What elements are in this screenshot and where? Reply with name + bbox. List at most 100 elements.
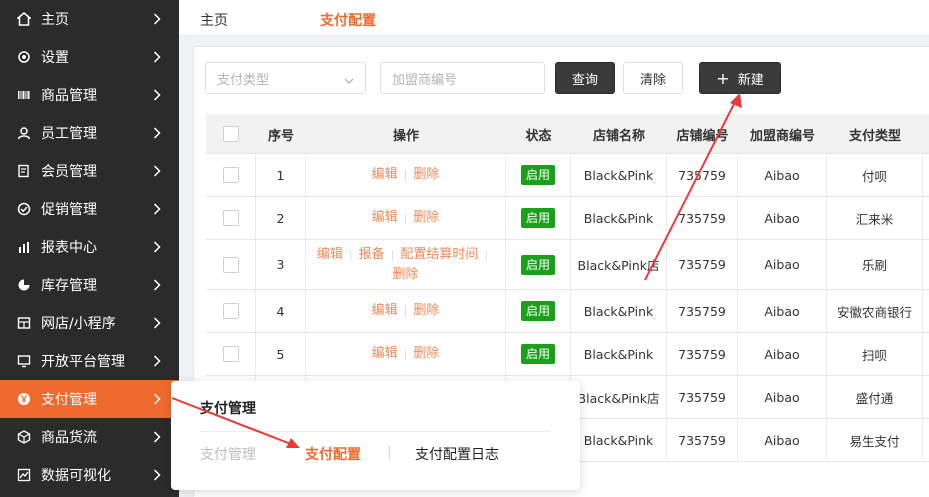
sidebar-item-3[interactable]: 员工管理: [0, 114, 179, 152]
op-separator: |: [403, 211, 408, 224]
query-button[interactable]: 查询: [555, 62, 615, 94]
row-checkbox[interactable]: [222, 346, 239, 362]
header-bar: 主页 支付配置: [179, 0, 929, 36]
row-index: 4: [256, 290, 306, 332]
op-link[interactable]: 删除: [413, 301, 439, 321]
op-link[interactable]: 删除: [413, 208, 439, 228]
sidebar-item-label: 库存管理: [41, 278, 97, 294]
sidebar-item-9[interactable]: 开放平台管理: [0, 342, 179, 380]
op-link[interactable]: 编辑: [317, 245, 343, 265]
op-link[interactable]: 编辑: [372, 165, 398, 185]
select-all-checkbox[interactable]: [223, 126, 239, 142]
op-link[interactable]: 删除: [392, 265, 418, 285]
op-separator: |: [484, 247, 489, 261]
row-index: 2: [256, 197, 306, 239]
row-ops: 编辑 | 删除: [306, 333, 506, 375]
op-link[interactable]: 编辑: [372, 301, 398, 321]
gear-icon: [16, 49, 32, 65]
chevron-right-icon: [153, 51, 163, 63]
store-icon: [16, 315, 32, 331]
row-index: 5: [256, 333, 306, 375]
chevron-right-icon: [153, 241, 163, 253]
col-ops: 操作: [392, 128, 419, 144]
row-store-no: 735759: [667, 290, 738, 332]
popup-title: 支付管理: [200, 401, 256, 417]
op-link[interactable]: 删除: [413, 344, 439, 364]
row-store-no: 735759: [667, 376, 738, 418]
sidebar-item-label: 促销管理: [41, 202, 97, 218]
sidebar-item-6[interactable]: 报表中心: [0, 228, 179, 266]
row-checkbox[interactable]: [222, 256, 239, 273]
row-pay-type: 扫呗: [827, 333, 923, 375]
sidebar-item-label: 主页: [41, 12, 69, 28]
chevron-right-icon: [153, 13, 163, 25]
sidebar-item-label: 开放平台管理: [41, 354, 125, 370]
submenu-separator: |: [387, 444, 392, 460]
new-button[interactable]: + 新建: [699, 62, 781, 94]
row-franchisee: Aibao: [738, 240, 827, 289]
sidebar-item-label: 员工管理: [41, 126, 97, 142]
row-pay-type: 汇来米: [827, 197, 923, 239]
col-franchisee: 加盟商编号: [749, 128, 815, 144]
chevron-right-icon: [153, 317, 163, 329]
op-link[interactable]: 编辑: [372, 344, 398, 364]
row-select-cell: [206, 333, 256, 375]
pay-type-select[interactable]: 支付类型: [205, 62, 366, 94]
status-badge: 启用: [520, 165, 555, 185]
row-checkbox[interactable]: [222, 210, 239, 226]
op-link[interactable]: 配置结算时间: [400, 245, 478, 265]
breadcrumb-current[interactable]: 支付配置: [320, 10, 376, 30]
sidebar-item-0[interactable]: 主页: [0, 0, 179, 38]
sidebar-item-5[interactable]: 促销管理: [0, 190, 179, 228]
chevron-right-icon: [153, 165, 163, 177]
row-select-cell: [206, 154, 256, 196]
barcode-icon: [16, 87, 32, 103]
sidebar-item-11[interactable]: 商品货流: [0, 418, 179, 456]
row-store-no: 735759: [667, 197, 738, 239]
sidebar-item-label: 网店/小程序: [41, 316, 116, 332]
monitor-icon: [16, 353, 32, 369]
col-index: 序号: [267, 128, 294, 144]
submenu-payment-config-log[interactable]: 支付配置日志: [415, 444, 499, 464]
clear-label: 清除: [639, 72, 666, 88]
sidebar-item-4[interactable]: 会员管理: [0, 152, 179, 190]
sidebar-item-12[interactable]: 数据可视化: [0, 456, 179, 494]
sidebar-item-2[interactable]: 商品管理: [0, 76, 179, 114]
popup-divider: [200, 431, 550, 432]
sidebar-item-8[interactable]: 网店/小程序: [0, 304, 179, 342]
op-link[interactable]: 删除: [413, 165, 439, 185]
cube-icon: [16, 429, 32, 445]
clear-button[interactable]: 清除: [623, 62, 683, 94]
submenu-payment-config[interactable]: 支付配置: [305, 444, 361, 464]
row-status: 启用: [506, 197, 571, 239]
franchisee-input[interactable]: 加盟商编号: [380, 62, 545, 94]
op-link[interactable]: 报备: [359, 245, 385, 265]
row-select-cell: [206, 197, 256, 239]
row-franchisee: Aibao: [738, 290, 827, 332]
row-status: 启用: [506, 333, 571, 375]
status-badge: 启用: [520, 254, 555, 275]
payment-submenu-popup: 支付管理 支付管理 支付配置 | 支付配置日志: [171, 381, 580, 490]
chevron-down-icon: [344, 74, 354, 89]
row-ops: 编辑 | 删除: [306, 154, 506, 196]
row-pay-type: 易生支付: [827, 419, 923, 461]
op-separator: |: [403, 347, 408, 360]
op-link[interactable]: 编辑: [372, 208, 398, 228]
table-row: 1 编辑 | 删除 启用 Black&Pink 735759 Aibao 付呗: [206, 154, 929, 197]
user-icon: [16, 125, 32, 141]
row-checkbox[interactable]: [222, 167, 239, 183]
sidebar-item-1[interactable]: 设置: [0, 38, 179, 76]
home-icon: [16, 11, 32, 27]
member-card-icon: [16, 163, 32, 179]
submenu-payment-management[interactable]: 支付管理: [200, 444, 256, 464]
sidebar-item-label: 报表中心: [41, 240, 97, 256]
row-store-no: 735759: [667, 419, 738, 461]
bar-chart-icon: [16, 239, 32, 255]
sidebar-item-7[interactable]: 库存管理: [0, 266, 179, 304]
row-ops: 编辑 | 删除: [306, 197, 506, 239]
row-checkbox[interactable]: [222, 303, 239, 319]
status-badge: 启用: [520, 301, 555, 321]
row-store-name: Black&Pink: [571, 290, 667, 332]
sidebar-item-10[interactable]: 支付管理: [0, 380, 179, 418]
breadcrumb-home[interactable]: 主页: [200, 10, 228, 30]
